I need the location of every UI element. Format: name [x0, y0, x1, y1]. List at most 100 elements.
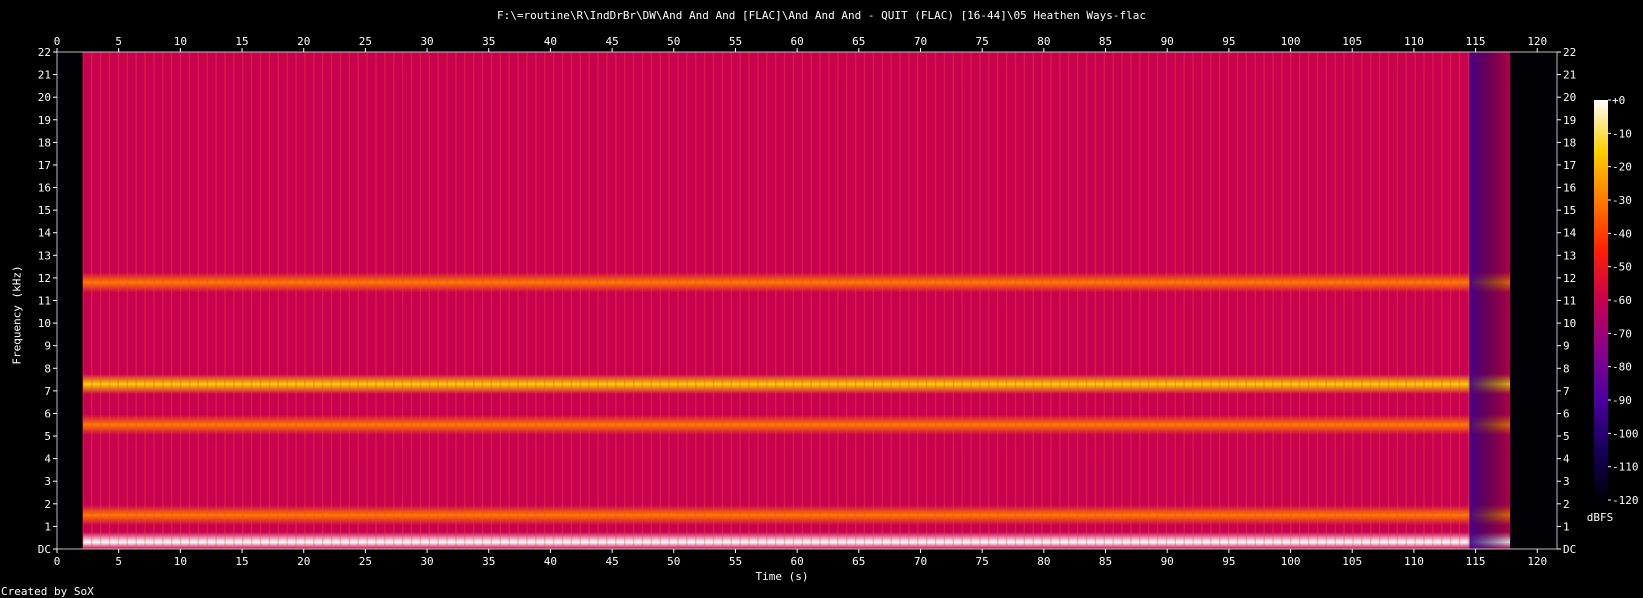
x-tick-label-top: 10 [174, 35, 187, 48]
colorbar-tick-label: -30 [1612, 194, 1632, 207]
x-tick-label-top: 35 [482, 35, 495, 48]
x-tick-label-bottom: 30 [420, 555, 433, 568]
x-tick-label-top: 70 [914, 35, 927, 48]
colorbar-tick-label: -90 [1612, 394, 1632, 407]
colorbar-tick-label: -50 [1612, 261, 1632, 274]
y-tick-label-right: 9 [1563, 340, 1570, 353]
y-tick-label-left: DC [38, 543, 51, 556]
x-tick-label-bottom: 80 [1037, 555, 1050, 568]
y-tick-label-right: 3 [1563, 475, 1570, 488]
x-tick-label-top: 55 [729, 35, 742, 48]
x-tick-label-top: 40 [544, 35, 557, 48]
y-tick-label-right: 21 [1563, 69, 1576, 82]
y-tick-label-left: 13 [38, 249, 51, 262]
x-tick-label-bottom: 120 [1527, 555, 1547, 568]
y-tick-label-left: 15 [38, 204, 51, 217]
y-tick-label-left: 16 [38, 182, 51, 195]
y-tick-label-left: 4 [44, 453, 51, 466]
colorbar-tick-label: -80 [1612, 361, 1632, 374]
x-tick-label-top: 20 [297, 35, 310, 48]
y-tick-label-left: 18 [38, 136, 51, 149]
x-tick-label-top: 85 [1099, 35, 1112, 48]
y-tick-label-right: 8 [1563, 362, 1570, 375]
x-tick-label-bottom: 0 [54, 555, 61, 568]
x-tick-label-bottom: 45 [605, 555, 618, 568]
x-tick-label-top: 105 [1342, 35, 1362, 48]
spectrogram-audio-region [82, 52, 1511, 549]
y-tick-label-right: 22 [1563, 46, 1576, 59]
y-tick-label-left: 20 [38, 91, 51, 104]
x-tick-label-bottom: 10 [174, 555, 187, 568]
x-tick-label-bottom: 115 [1466, 555, 1486, 568]
x-tick-label-top: 110 [1404, 35, 1424, 48]
x-tick-label-bottom: 5 [115, 555, 122, 568]
x-tick-label-top: 15 [235, 35, 248, 48]
x-tick-label-bottom: 75 [976, 555, 989, 568]
y-tick-label-right: 15 [1563, 204, 1576, 217]
x-tick-label-bottom: 65 [852, 555, 865, 568]
y-tick-label-left: 8 [44, 362, 51, 375]
x-tick-label-top: 100 [1281, 35, 1301, 48]
x-tick-label-bottom: 100 [1281, 555, 1301, 568]
y-tick-label-left: 22 [38, 46, 51, 59]
x-tick-label-bottom: 110 [1404, 555, 1424, 568]
y-tick-label-left: 17 [38, 159, 51, 172]
x-tick-label-top: 80 [1037, 35, 1050, 48]
y-tick-label-left: 10 [38, 317, 51, 330]
colorbar-tick-label: -40 [1612, 227, 1632, 240]
x-tick-label-top: 60 [791, 35, 804, 48]
x-tick-label-top: 75 [976, 35, 989, 48]
colorbar-tick-label: -10 [1612, 127, 1632, 140]
x-tick-label-top: 30 [420, 35, 433, 48]
colorbar-tick-label: -60 [1612, 294, 1632, 307]
y-tick-label-right: DC [1563, 543, 1576, 556]
y-tick-label-left: 21 [38, 69, 51, 82]
x-tick-label-top: 120 [1527, 35, 1547, 48]
y-tick-label-right: 19 [1563, 114, 1576, 127]
x-tick-label-bottom: 40 [544, 555, 557, 568]
y-tick-label-right: 12 [1563, 272, 1576, 285]
y-tick-label-right: 10 [1563, 317, 1576, 330]
x-tick-label-top: 45 [605, 35, 618, 48]
x-tick-label-top: 0 [54, 35, 61, 48]
y-tick-label-left: 7 [44, 385, 51, 398]
colorbar-tick-label: -110 [1612, 461, 1639, 474]
y-tick-label-left: 6 [44, 407, 51, 420]
y-tick-label-right: 2 [1563, 498, 1570, 511]
y-tick-label-left: 2 [44, 498, 51, 511]
y-tick-label-left: 12 [38, 272, 51, 285]
x-tick-label-bottom: 15 [235, 555, 248, 568]
y-tick-label-right: 13 [1563, 249, 1576, 262]
y-tick-label-right: 16 [1563, 182, 1576, 195]
x-tick-label-top: 50 [667, 35, 680, 48]
y-tick-label-right: 7 [1563, 385, 1570, 398]
x-tick-label-top: 25 [359, 35, 372, 48]
x-tick-label-top: 65 [852, 35, 865, 48]
x-tick-label-bottom: 95 [1222, 555, 1235, 568]
colorbar-tick-label: -20 [1612, 161, 1632, 174]
y-tick-label-right: 5 [1563, 430, 1570, 443]
y-tick-label-right: 20 [1563, 91, 1576, 104]
y-tick-label-left: 1 [44, 520, 51, 533]
x-tick-label-top: 90 [1161, 35, 1174, 48]
x-tick-label-bottom: 25 [359, 555, 372, 568]
y-tick-label-right: 6 [1563, 407, 1570, 420]
x-tick-label-bottom: 85 [1099, 555, 1112, 568]
y-tick-label-right: 4 [1563, 453, 1570, 466]
y-tick-label-right: 11 [1563, 295, 1576, 308]
y-tick-label-right: 18 [1563, 136, 1576, 149]
x-tick-label-bottom: 70 [914, 555, 927, 568]
y-tick-label-right: 1 [1563, 520, 1570, 533]
y-tick-label-left: 3 [44, 475, 51, 488]
x-tick-label-bottom: 105 [1342, 555, 1362, 568]
colorbar-tick-label: +0 [1612, 94, 1625, 107]
spectrogram-chart: 0055101015152020252530303535404045455050… [38, 35, 1639, 568]
y-tick-label-left: 19 [38, 114, 51, 127]
x-tick-label-bottom: 55 [729, 555, 742, 568]
y-tick-label-left: 5 [44, 430, 51, 443]
x-tick-label-bottom: 35 [482, 555, 495, 568]
y-tick-label-left: 14 [38, 227, 52, 240]
y-tick-label-right: 14 [1563, 227, 1577, 240]
colorbar-tick-label: -120 [1612, 494, 1639, 507]
spectrogram-fadeout [1469, 52, 1519, 549]
